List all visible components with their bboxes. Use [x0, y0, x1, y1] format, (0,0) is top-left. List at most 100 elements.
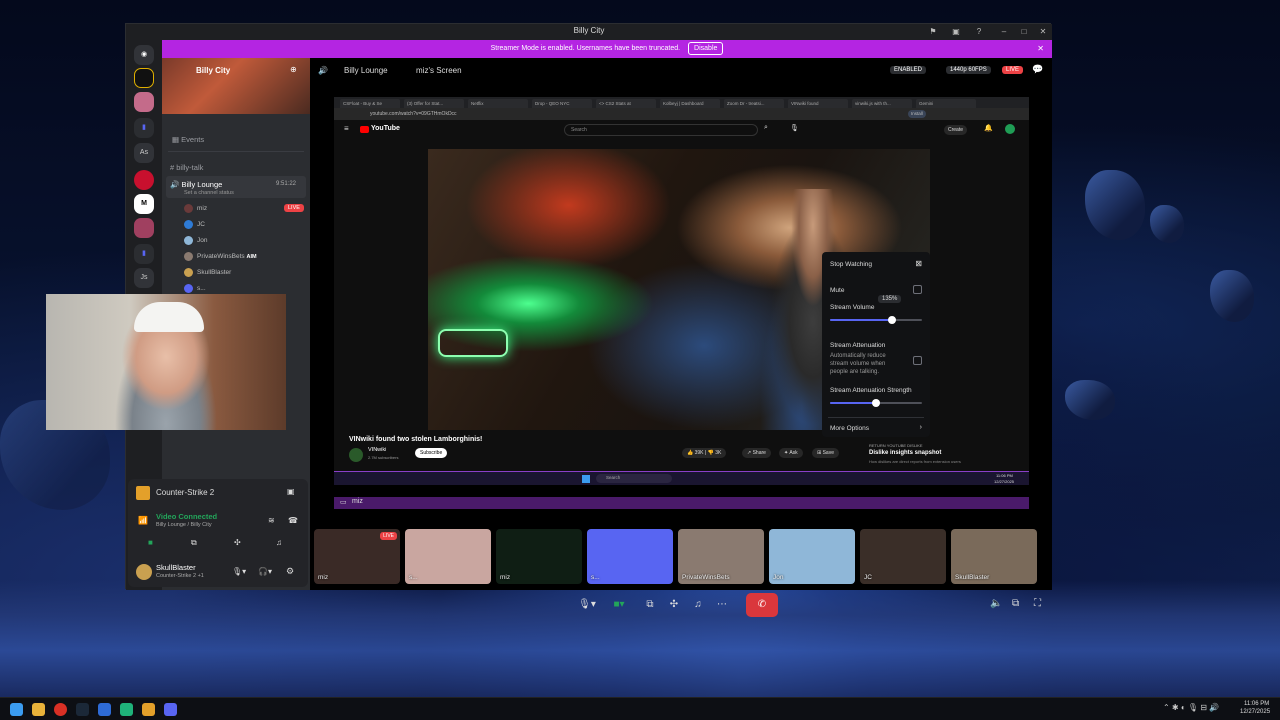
stop-watching-icon[interactable]: ⊠	[915, 259, 922, 268]
folder-icon[interactable]: ▮	[134, 118, 154, 138]
share-label: ▭ miz	[334, 497, 1029, 509]
voice-user[interactable]: miz	[184, 204, 207, 213]
voice-user[interactable]: Jon	[184, 236, 207, 245]
disconnect-button[interactable]: ✆	[746, 593, 778, 617]
maximize-icon[interactable]: □	[1019, 27, 1029, 37]
server-as[interactable]: As	[134, 143, 154, 163]
camera-icon[interactable]: ■	[148, 538, 153, 547]
subscribe-button: Subscribe	[415, 448, 448, 458]
shared-screen[interactable]: CSFloat - Buy & Se (3) Offer for Stat... N…	[334, 97, 1029, 485]
tray-icons[interactable]: ⌃ ✱ ◐ 🎙 ⊟ 🔊	[1163, 703, 1219, 712]
server-js[interactable]: Js	[134, 268, 154, 288]
server-icon[interactable]	[134, 218, 154, 238]
participant-tile[interactable]: SkullBlaster	[951, 529, 1037, 584]
chevron-right-icon: ›	[919, 424, 922, 431]
browser-tab: vinwiki.js with th...	[852, 99, 912, 108]
text-channel-billy-talk[interactable]: # billy-talk	[170, 163, 203, 172]
participant-name: s...	[591, 574, 600, 581]
participant-tile[interactable]: PrivateWinsBets	[678, 529, 764, 584]
fullscreen-icon[interactable]: ⛶	[1034, 598, 1041, 609]
activity-icon[interactable]: ▣	[287, 487, 295, 496]
close-icon[interactable]: ✕	[1037, 40, 1044, 58]
participant-tile[interactable]: Jon	[769, 529, 855, 584]
chrome-icon[interactable]	[54, 703, 67, 716]
participant-name: JC	[864, 574, 872, 581]
activities-button[interactable]: ✣	[662, 593, 686, 617]
stop-watching-option[interactable]: Stop Watching	[830, 261, 872, 268]
activities-icon[interactable]: ✣	[234, 538, 241, 547]
soundboard-icon[interactable]: ♫	[276, 538, 282, 547]
screen-share-button[interactable]: ⧉	[638, 593, 662, 617]
clock-date[interactable]: 12/27/2025	[1240, 709, 1270, 715]
server-icon[interactable]: M	[134, 194, 154, 214]
slider-handle[interactable]	[872, 399, 880, 407]
events-channel[interactable]: ▦ Events	[172, 135, 204, 144]
clock-time[interactable]: 11:06 PM	[1244, 701, 1269, 707]
voice-user[interactable]: JC	[184, 220, 205, 229]
browser-tab: Netflix	[468, 99, 528, 108]
live-badge: LIVE	[1002, 66, 1024, 74]
server-name[interactable]: Billy City	[196, 66, 230, 75]
discord-home-icon[interactable]: ◉	[134, 45, 154, 65]
stream-volume-slider[interactable]	[830, 316, 922, 324]
add-member-icon[interactable]: ⊕	[290, 65, 297, 74]
file-explorer-icon[interactable]	[32, 703, 45, 716]
folder-icon[interactable]: ▮	[134, 244, 154, 264]
steam-icon[interactable]	[76, 703, 89, 716]
disconnect-icon[interactable]: ☎	[288, 516, 298, 525]
server-icon[interactable]	[134, 68, 154, 88]
counter-strike-icon[interactable]	[142, 703, 155, 716]
voice-user[interactable]: PrivateWinsBets AIM	[184, 252, 257, 261]
discord-icon[interactable]	[164, 703, 177, 716]
browser-tab: Zoom Dr - treatsi...	[724, 99, 784, 108]
slider-handle[interactable]	[887, 316, 896, 324]
noise-icon[interactable]: ≋	[268, 516, 275, 525]
voice-status[interactable]: Video Connected	[156, 512, 217, 521]
soundboard-button[interactable]: ♫	[686, 593, 710, 617]
popout-icon[interactable]: ⧉	[1012, 598, 1019, 609]
participant-tile[interactable]: s...	[587, 529, 673, 584]
disable-button[interactable]: Disable	[688, 42, 724, 55]
username: SkullBlaster	[156, 563, 196, 572]
app-icon[interactable]	[120, 703, 133, 716]
mute-checkbox[interactable]	[913, 285, 922, 294]
gear-icon[interactable]: ⚙	[286, 566, 294, 577]
more-options[interactable]: More Options	[830, 425, 869, 432]
chat-icon[interactable]: 💬	[1032, 64, 1043, 75]
participant-tile[interactable]: miz LIVE	[314, 529, 400, 584]
stage-channel[interactable]: Billy Lounge	[344, 66, 388, 75]
windows-start-icon[interactable]	[10, 703, 23, 716]
close-icon[interactable]: ✕	[1038, 27, 1048, 37]
server-icon[interactable]	[134, 92, 154, 112]
camera-button[interactable]: ■▾	[604, 593, 634, 617]
inbox-icon[interactable]: ▣	[951, 27, 961, 37]
participant-tile[interactable]: miz	[496, 529, 582, 584]
voice-user[interactable]: s...	[184, 284, 206, 293]
participant-tile[interactable]: JC	[860, 529, 946, 584]
minimize-icon[interactable]: –	[999, 27, 1009, 37]
server-icon[interactable]	[134, 170, 154, 190]
volume-icon[interactable]: 🔈	[990, 598, 1002, 609]
browser-tab: CSFloat - Buy & Se	[340, 99, 400, 108]
quality-badge: 1440p 60FPS	[946, 66, 991, 74]
mic-icon[interactable]: 🎙▾	[232, 567, 246, 576]
screen-share-icon[interactable]: ⧉	[191, 538, 197, 548]
taskbar-date: 12/27/2025	[994, 479, 1015, 484]
attenuation-checkbox[interactable]	[913, 356, 922, 365]
attenuation-description: Automatically reduce stream volume when …	[830, 353, 886, 375]
mic-button[interactable]: 🎙▾	[572, 593, 602, 617]
participant-tile[interactable]: s...	[405, 529, 491, 584]
headset-icon[interactable]: 🎧▾	[258, 567, 272, 576]
app-icon[interactable]	[98, 703, 111, 716]
flag-icon[interactable]: ⚑	[928, 27, 938, 37]
more-button[interactable]: ⋯	[710, 593, 734, 617]
live-badge: LIVE	[284, 204, 304, 212]
voice-user[interactable]: SkullBlaster	[184, 268, 231, 277]
voice-status[interactable]: Set a channel status	[184, 190, 234, 196]
attenuation-strength-slider[interactable]	[830, 399, 922, 407]
help-icon[interactable]: ?	[974, 27, 984, 37]
title-bar: Billy City ⚑ ▣ ? – □ ✕	[126, 24, 1052, 40]
attenuation-label: Stream Attenuation	[830, 342, 886, 349]
avatar[interactable]	[136, 564, 152, 580]
search-icon: ⌕	[764, 124, 768, 131]
